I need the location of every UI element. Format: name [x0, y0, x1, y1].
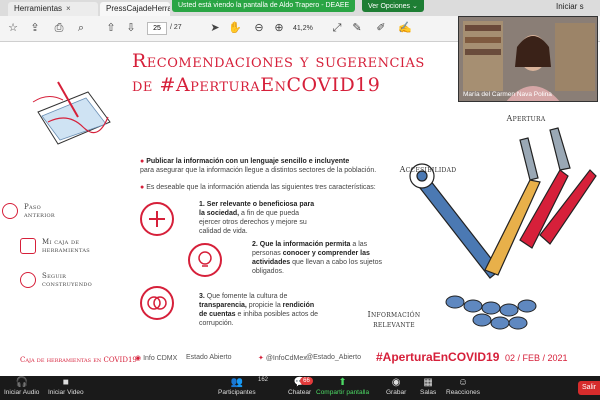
slide-title-line2: de #AperturaEnCOVID19 — [132, 74, 381, 96]
item-1-text: 1. Ser relevante o beneficiosa para la s… — [199, 200, 319, 236]
participants-button[interactable]: 👥 Participantes — [218, 377, 256, 397]
footer-caja-herramientas: Caja de herramientas en COVID19 — [20, 356, 137, 364]
footer-estado-abierto: Estado Abierto — [186, 354, 232, 361]
participants-icon: 👥 — [230, 377, 244, 388]
footer-estado-handle: @Estado_Abierto — [306, 354, 361, 361]
tools-illustration-icon — [409, 127, 597, 330]
plus-circle-icon — [140, 202, 174, 236]
bullet-2-text: Es deseable que la información atienda l… — [146, 184, 376, 191]
continue-icon[interactable] — [20, 272, 36, 288]
video-feed-icon — [459, 17, 597, 101]
reactions-button[interactable]: ☺ Reacciones — [446, 377, 480, 397]
audio-label: Iniciar Audio — [4, 389, 40, 396]
start-audio-button[interactable]: 🎧 Iniciar Audio — [4, 377, 40, 397]
video-label: Iniciar Video — [48, 389, 84, 396]
smiley-icon: ☺ — [457, 377, 469, 388]
search-icon[interactable]: ⌕ — [74, 21, 88, 35]
view-options-button[interactable]: Ver Opciones ⌄ — [362, 0, 424, 12]
participants-label: Participantes — [218, 389, 256, 396]
upload-icon[interactable]: ⇪ — [28, 21, 42, 35]
footer-twitter: ✦ @InfoCdMex — [258, 354, 307, 362]
sign-icon[interactable]: ✍ — [398, 21, 412, 35]
label-informacion-relevante: Información relevante — [367, 310, 421, 329]
highlight-icon[interactable]: ✐ — [374, 21, 388, 35]
slide-title-line1: Recomendaciones y sugerencias — [132, 50, 425, 72]
item-3-rest-b: propicie la — [246, 302, 283, 309]
previous-step-icon[interactable] — [2, 203, 18, 219]
hashtag-part-a: #Apertura — [376, 350, 433, 364]
hashtag-part-b: EnCOVID19 — [432, 350, 500, 364]
home-icon[interactable]: ☆ — [6, 21, 20, 35]
participant-video[interactable]: María del Carmen Nava Polina — [458, 16, 598, 102]
footer-info-cdmx: ◉ Info CDMX — [135, 354, 177, 362]
headphones-icon: 🎧 — [15, 377, 29, 388]
reactions-label: Reacciones — [446, 389, 480, 396]
browser-tab-bar: Herramientas× PressCajadeHerra...× Usted… — [0, 0, 600, 16]
item-2-text: 2. Que la información permita a las pers… — [252, 240, 382, 276]
hand-icon[interactable]: ✋ — [228, 21, 242, 35]
tab-label: Herramientas — [14, 4, 63, 13]
lightbulb-circle-icon — [188, 243, 222, 277]
info-logo-icon: ◉ — [135, 355, 144, 362]
label-accesibilidad: Accesibilidad — [399, 165, 457, 174]
twitter-icon: ✦ — [258, 355, 266, 362]
toolbox-icon[interactable] — [20, 238, 36, 254]
rooms-icon: ▦ — [423, 377, 433, 388]
item-3-bold: transparencia, — [199, 302, 247, 309]
item-number: 1. — [199, 201, 205, 208]
breakout-rooms-button[interactable]: ▦ Salas — [420, 377, 437, 397]
item-number: 3. — [199, 293, 205, 300]
sign-in-link[interactable]: Iniciar s — [556, 2, 584, 11]
footer-hashtag: #AperturaEnCOVID19 — [376, 350, 499, 364]
page-number-input[interactable]: 25 — [147, 22, 167, 35]
screen-share-banner: Usted está viendo la pantalla de Aldo Tr… — [172, 0, 356, 12]
nav-my-toolbox[interactable]: Mi caja de herramientas — [42, 238, 102, 254]
chat-label: Chatear — [288, 389, 312, 396]
rings-circle-icon — [140, 286, 174, 320]
tab-presscaja[interactable]: PressCajadeHerra...× — [100, 2, 170, 16]
video-camera-icon: ■ — [62, 377, 69, 388]
share-screen-icon: ⬆ — [338, 377, 347, 388]
bullet-1: ● Publicar la información con un lenguaj… — [140, 157, 400, 175]
zoom-out-icon[interactable]: ⊖ — [252, 21, 266, 35]
share-screen-button[interactable]: ⬆ Compartir pantalla — [316, 377, 370, 397]
arrow-up-icon[interactable]: ⇧ — [104, 21, 118, 35]
rooms-label: Salas — [420, 389, 437, 396]
bullet-1-bold: Publicar la información con un lenguaje … — [146, 158, 350, 165]
zoom-level[interactable]: 41,2% — [293, 22, 323, 35]
leave-button[interactable]: Salir — [578, 381, 600, 395]
label-apertura: Apertura — [506, 114, 546, 123]
nav-continue-building[interactable]: Seguir construyendo — [42, 272, 102, 288]
fit-page-icon[interactable]: ⤢ — [330, 21, 344, 35]
start-video-button[interactable]: ■ Iniciar Video — [48, 377, 84, 397]
item-number: 2. — [252, 241, 258, 248]
participants-count: 162 — [258, 377, 269, 383]
item-3-text: 3. Que fomente la cultura de transparenc… — [199, 292, 324, 328]
participant-name: María del Carmen Nava Polina — [463, 91, 552, 98]
share-label: Compartir pantalla — [316, 389, 370, 396]
record-label: Grabar — [386, 389, 407, 396]
item-2-bold-a: Que la información permita — [259, 241, 351, 248]
footer-date: 02 / FEB / 2021 — [505, 353, 568, 363]
item-3-rest-a: Que fomente la cultura de — [206, 293, 288, 300]
footer-info-label: Info CDMX — [143, 355, 178, 362]
arrow-down-icon[interactable]: ⇩ — [124, 21, 138, 35]
comment-icon[interactable]: ✎ — [350, 21, 364, 35]
notebook-illustration-icon — [32, 81, 111, 145]
footer-twitter-label: @InfoCdMex — [265, 355, 307, 362]
page-total: / 27 — [170, 24, 182, 31]
tab-close-icon[interactable]: × — [66, 4, 71, 13]
tab-label: PressCajadeHerra... — [106, 4, 170, 13]
chat-badge: 66 — [300, 377, 313, 385]
nav-previous-step[interactable]: Paso anterior — [24, 203, 74, 219]
zoom-in-icon[interactable]: ⊕ — [272, 21, 286, 35]
print-icon[interactable]: ⎙ — [52, 21, 66, 35]
cursor-icon[interactable]: ➤ — [208, 21, 222, 35]
tab-herramientas[interactable]: Herramientas × — [8, 2, 98, 16]
record-icon: ◉ — [391, 377, 401, 388]
record-button[interactable]: ◉ Grabar — [386, 377, 407, 397]
bullet-1-rest: para asegurar que la información llegue … — [140, 167, 377, 174]
